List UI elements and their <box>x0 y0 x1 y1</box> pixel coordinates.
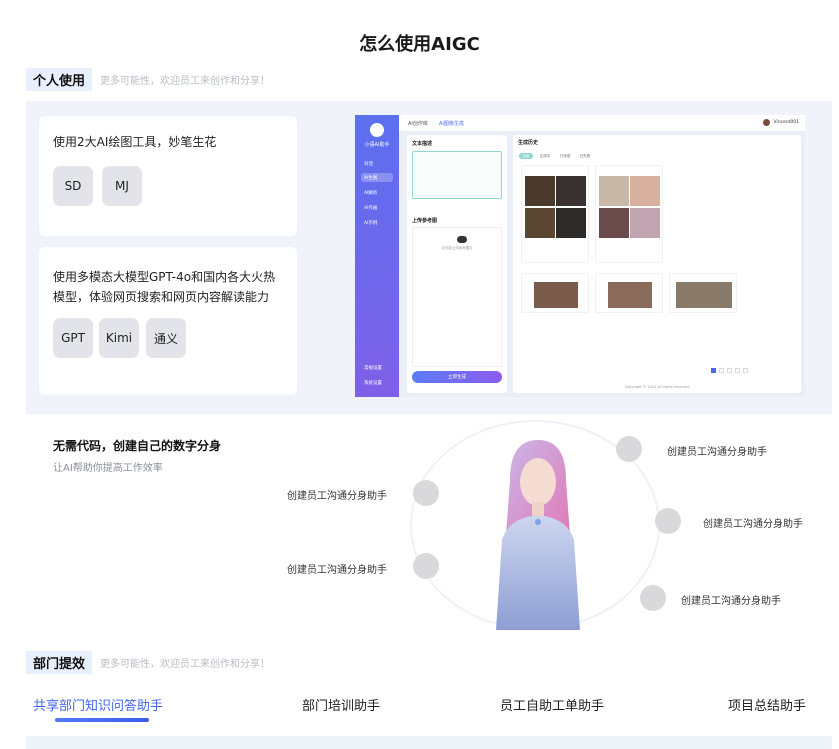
mockup-nav-item: AI作画 <box>364 205 378 211</box>
mockup-ref-label: 上传参考图 <box>412 218 438 224</box>
mockup-nav-item: AI示例 <box>364 220 378 226</box>
mockup-thumbnail <box>525 208 555 238</box>
chip-gpt[interactable]: GPT <box>53 318 93 358</box>
mockup-filter-active: 全部 <box>519 153 533 159</box>
tab-project-summary[interactable]: 项目总结助手 <box>728 695 806 714</box>
avatar-section-subtitle: 让AI帮助你提高工作效率 <box>53 463 163 474</box>
mockup-form-panel: 文本描述 上传参考图 点击或上传参考图片 立即生成 <box>407 135 507 393</box>
mockup-prompt-label: 文本描述 <box>412 141 433 147</box>
mockup-upload-cloud-icon <box>457 236 467 243</box>
app-mockup-screenshot: 小语AI助手 对话 AI生图 AI解析 AI作画 AI示例 常规设置 系统设置 … <box>355 115 805 397</box>
mockup-results-panel: 生成历史 全部 生成中 已完成 已失败 Copyright © 2024 All… <box>513 135 801 393</box>
mockup-upload-hint: 点击或上传参考图片 <box>441 246 473 250</box>
department-section-header: 部门提效 更多可能性，欢迎员工来创作和分享！ <box>26 650 270 674</box>
mockup-thumbnail <box>599 176 629 206</box>
multimodal-card[interactable]: 使用多模态大模型GPT-4o和国内各大火热模型，体验网页搜索和网页内容解读能力 … <box>39 247 297 395</box>
avatar-node-label[interactable]: 创建员工沟通分身助手 <box>667 443 767 458</box>
digital-avatar-figure <box>488 440 588 630</box>
mockup-nav-item: 对话 <box>364 161 373 167</box>
mockup-filter: 生成中 <box>539 153 551 158</box>
avatar-node-label[interactable]: 创建员工沟通分身助手 <box>681 592 781 607</box>
page-title: 怎么使用AIGC <box>359 34 480 55</box>
chip-tongyi[interactable]: 通义 <box>146 318 186 358</box>
mockup-username: Vincent001 <box>773 120 799 125</box>
mockup-filter: 已完成 <box>559 153 571 158</box>
avatar-node-right-bottom[interactable] <box>640 585 666 611</box>
mockup-thumbnail <box>676 282 732 308</box>
department-section-subtitle: 更多可能性，欢迎员工来创作和分享！ <box>100 658 271 670</box>
mockup-thumbnail <box>525 176 555 206</box>
chip-sd[interactable]: SD <box>53 166 93 206</box>
mockup-thumbnail <box>556 208 586 238</box>
mockup-image-card <box>595 165 663 263</box>
mockup-nav-item-active: AI生图 <box>361 173 393 182</box>
personal-section-header: 个人使用 更多可能性，欢迎员工来创作和分享！ <box>26 67 270 91</box>
avatar-node-label[interactable]: 创建员工沟通分身助手 <box>287 561 387 576</box>
personal-section-subtitle: 更多可能性，欢迎员工来创作和分享！ <box>100 75 271 87</box>
mockup-tab-active: AI图像生成 <box>439 121 464 127</box>
mockup-nav-item: 系统设置 <box>364 380 382 386</box>
mockup-thumbnail <box>534 282 578 308</box>
mockup-brand: 小语AI助手 <box>364 142 390 148</box>
mockup-logo-icon <box>370 123 384 137</box>
avatar-node-label[interactable]: 创建员工沟通分身助手 <box>703 515 803 530</box>
mockup-image-card <box>521 273 589 313</box>
mockup-thumbnail <box>630 208 660 238</box>
chip-mj[interactable]: MJ <box>102 166 142 206</box>
mockup-topbar: AI创作库 AI图像生成 Vincent001 <box>399 115 805 131</box>
avatar-node-label[interactable]: 创建员工沟通分身助手 <box>287 487 387 502</box>
mockup-thumbnail <box>608 282 652 308</box>
mockup-upload-area: 点击或上传参考图片 <box>412 227 502 367</box>
personal-section-tag: 个人使用 <box>26 67 93 91</box>
avatar-node-left-bottom[interactable] <box>413 553 439 579</box>
mockup-footer: Copyright © 2024 All rights reserved <box>624 385 690 389</box>
mockup-page <box>719 368 724 373</box>
mockup-nav-item: AI解析 <box>364 190 378 196</box>
mockup-user: Vincent001 <box>763 119 799 126</box>
tab-training[interactable]: 部门培训助手 <box>302 695 380 714</box>
mockup-thumbnail <box>599 208 629 238</box>
active-tab-indicator <box>55 718 149 722</box>
tab-self-service-ticket[interactable]: 员工自助工单助手 <box>500 695 604 714</box>
avatar-node-left-top[interactable] <box>413 480 439 506</box>
tab-knowledge-qa[interactable]: 共享部门知识问答助手 <box>33 695 163 714</box>
mockup-tab: AI创作库 <box>408 121 428 127</box>
mockup-result-label: 生成历史 <box>518 140 539 146</box>
mockup-nav-item: 常规设置 <box>364 365 382 371</box>
mockup-thumbnail <box>556 176 586 206</box>
mockup-prompt-textarea <box>412 151 502 199</box>
department-section-tag: 部门提效 <box>26 650 93 674</box>
avatar-node-right-middle[interactable] <box>655 508 681 534</box>
mockup-image-card <box>521 165 589 263</box>
mockup-filter: 已失败 <box>579 153 591 158</box>
mockup-sidebar: 小语AI助手 对话 AI生图 AI解析 AI作画 AI示例 常规设置 系统设置 <box>355 115 399 397</box>
mockup-avatar-icon <box>763 119 771 126</box>
avatar-node-right-top[interactable] <box>616 436 642 462</box>
mockup-image-card <box>669 273 737 313</box>
mockup-page-active <box>711 368 716 373</box>
avatar-section-title: 无需代码，创建自己的数字分身 <box>53 439 222 453</box>
mockup-submit-button: 立即生成 <box>412 371 502 383</box>
mockup-image-card <box>595 273 663 313</box>
department-content-panel <box>26 736 832 749</box>
chip-kimi[interactable]: Kimi <box>99 318 139 358</box>
multimodal-text: 使用多模态大模型GPT-4o和国内各大火热模型，体验网页搜索和网页内容解读能力 <box>53 270 276 304</box>
drawing-tools-text: 使用2大AI绘图工具，妙笔生花 <box>53 135 217 149</box>
mockup-page <box>735 368 740 373</box>
mockup-page <box>743 368 748 373</box>
drawing-tools-card[interactable]: 使用2大AI绘图工具，妙笔生花 SD MJ <box>39 116 297 236</box>
mockup-loading-card <box>669 165 737 263</box>
mockup-thumbnail <box>630 176 660 206</box>
mockup-page <box>727 368 732 373</box>
